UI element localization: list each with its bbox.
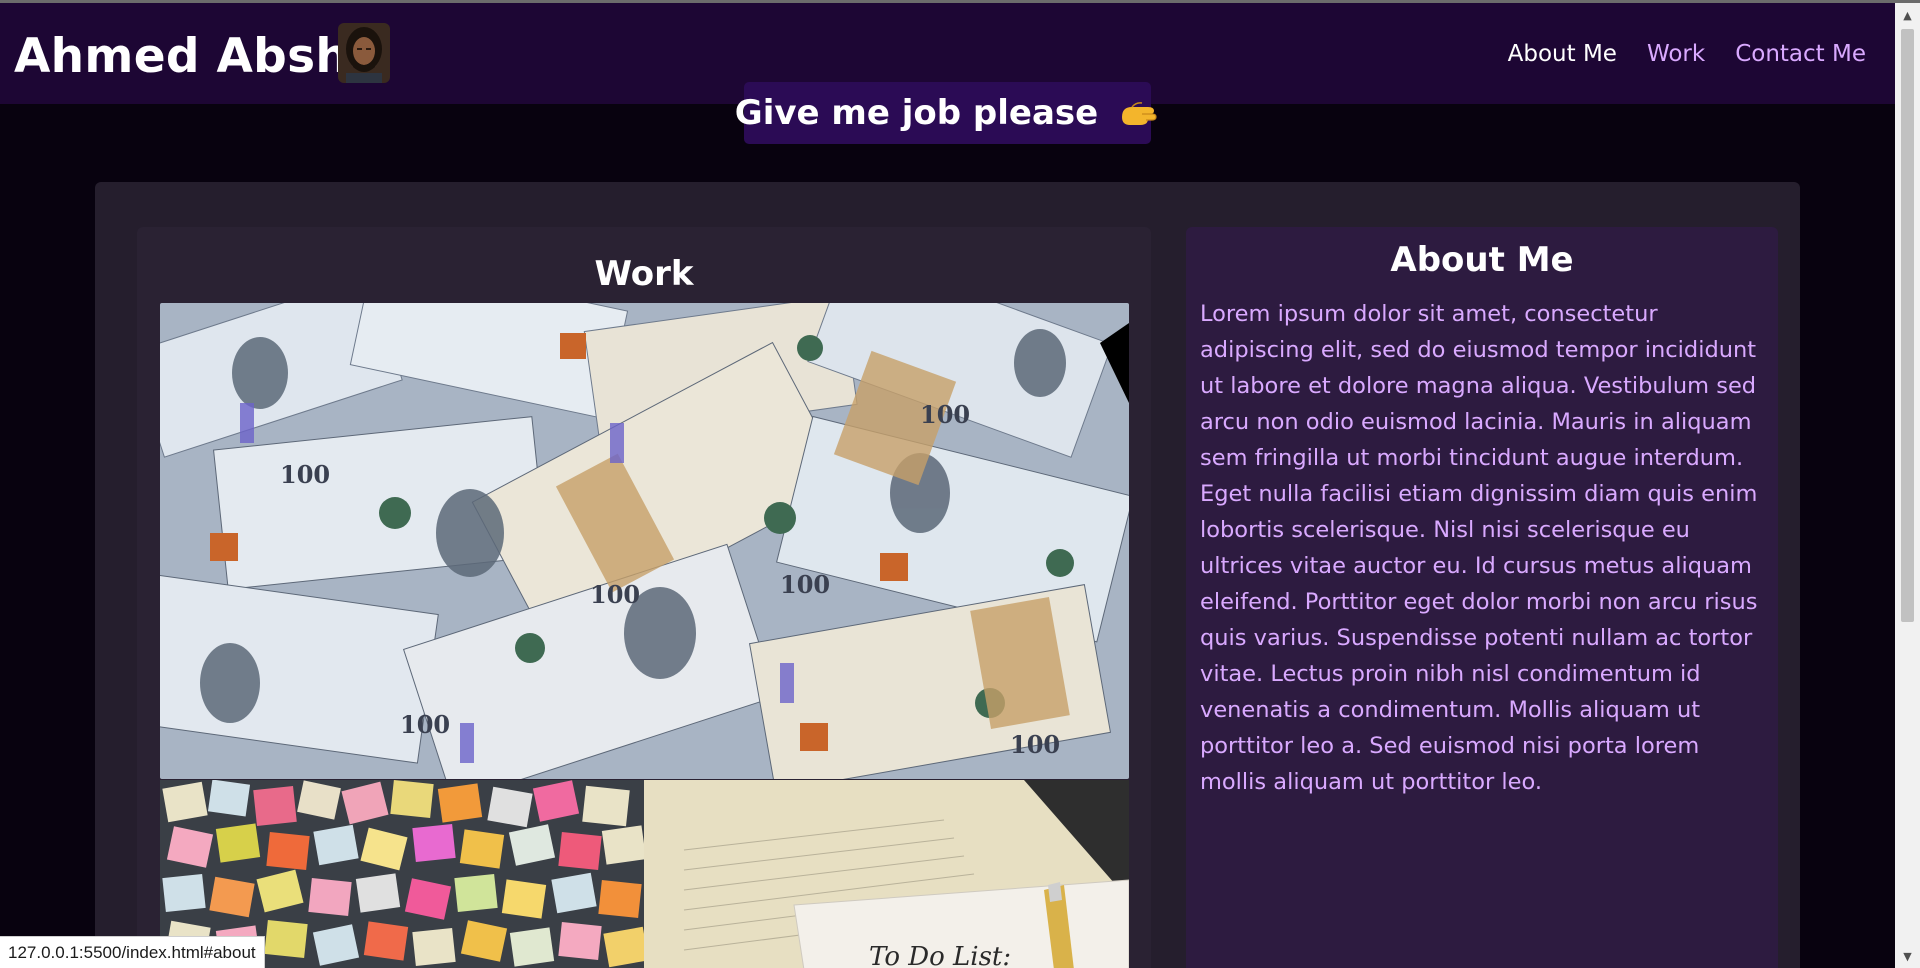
site-title: Ahmed Abshir	[14, 29, 390, 84]
todo-caption: To Do List:	[869, 942, 1011, 968]
svg-text:100: 100	[780, 570, 830, 599]
money-image[interactable]: 100 100 100 100 100 100	[160, 303, 1129, 779]
main-nav: About Me Work Contact Me	[1508, 41, 1866, 67]
give-me-job-button[interactable]: Give me job please	[735, 82, 1157, 144]
svg-text:100: 100	[280, 460, 330, 489]
svg-text:100: 100	[920, 400, 970, 429]
scroll-down-arrow-icon[interactable]: ▼	[1895, 946, 1920, 966]
hand-icon	[1118, 97, 1160, 129]
svg-text:100: 100	[400, 710, 450, 739]
nav-contact-me[interactable]: Contact Me	[1735, 41, 1866, 67]
scroll-up-arrow-icon[interactable]: ▲	[1895, 5, 1920, 25]
about-text: Lorem ipsum dolor sit amet, consectetur …	[1200, 301, 1758, 795]
vertical-scrollbar[interactable]: ▲ ▼	[1895, 3, 1920, 968]
todo-list-image[interactable]: To Do List:	[644, 780, 1129, 968]
nav-about-me[interactable]: About Me	[1508, 41, 1617, 67]
avatar	[338, 23, 390, 83]
link-status-bar: 127.0.0.1:5500/index.html#about	[0, 936, 265, 968]
work-title: Work	[594, 254, 694, 294]
about-title: About Me	[1390, 240, 1574, 280]
svg-text:100: 100	[1010, 730, 1060, 759]
svg-text:100: 100	[590, 580, 640, 609]
scroll-thumb[interactable]	[1901, 29, 1914, 622]
nav-work[interactable]: Work	[1647, 41, 1705, 67]
give-me-job-label: Give me job please	[734, 93, 1099, 133]
